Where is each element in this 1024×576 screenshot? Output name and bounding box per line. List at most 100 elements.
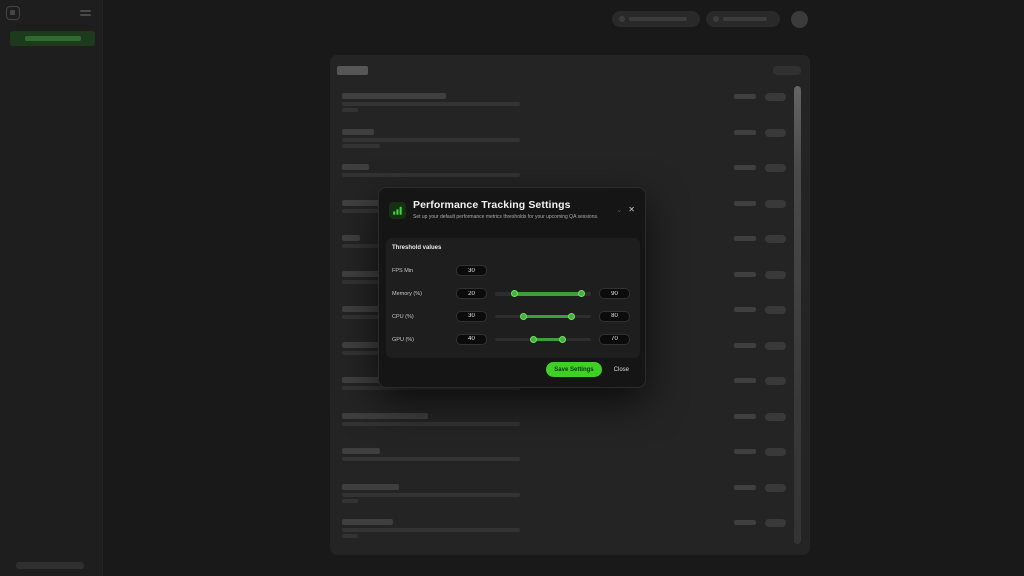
- row-action-skeleton[interactable]: [765, 484, 786, 492]
- dialog-subtitle: Set up your default performance metrics …: [413, 214, 613, 220]
- text-skeleton: [342, 457, 520, 461]
- threshold-row: CPU (%): [386, 311, 640, 323]
- sidebar-collapse-icon[interactable]: [80, 8, 91, 19]
- topbar-button-1[interactable]: [612, 11, 700, 27]
- user-avatar[interactable]: [791, 11, 808, 28]
- row-meta-skeleton: [734, 165, 756, 170]
- list-row[interactable]: [337, 413, 803, 437]
- row-action-skeleton[interactable]: [765, 200, 786, 208]
- row-meta-skeleton: [734, 378, 756, 383]
- threshold-row: FPS Min: [386, 265, 640, 277]
- row-meta-skeleton: [734, 272, 756, 277]
- slider-handle-min[interactable]: [511, 290, 518, 297]
- row-action-skeleton[interactable]: [765, 413, 786, 421]
- list-row[interactable]: [337, 484, 803, 508]
- text-skeleton: [342, 138, 520, 142]
- row-meta-skeleton: [734, 343, 756, 348]
- row-action-skeleton[interactable]: [765, 235, 786, 243]
- row-action-skeleton[interactable]: [765, 448, 786, 456]
- section-title: Threshold values: [392, 245, 441, 251]
- text-skeleton: [342, 235, 360, 241]
- row-action-skeleton[interactable]: [765, 93, 786, 101]
- list-row[interactable]: [337, 519, 803, 543]
- row-meta-skeleton: [734, 94, 756, 99]
- app-window: Performance Tracking Settings Set up you…: [0, 0, 1024, 576]
- row-meta-skeleton: [734, 130, 756, 135]
- row-action-skeleton[interactable]: [765, 306, 786, 314]
- sidebar-footer-skeleton: [16, 562, 84, 569]
- close-button[interactable]: Close: [609, 362, 634, 377]
- row-action-skeleton[interactable]: [765, 164, 786, 172]
- threshold-label: Memory (%): [392, 291, 422, 297]
- row-meta-skeleton: [734, 201, 756, 206]
- text-skeleton: [342, 164, 369, 170]
- max-value-input[interactable]: [599, 334, 630, 345]
- row-meta-skeleton: [734, 449, 756, 454]
- row-action-skeleton[interactable]: [765, 271, 786, 279]
- text-skeleton: [342, 173, 520, 177]
- row-meta-skeleton: [734, 307, 756, 312]
- sidebar: [0, 0, 103, 576]
- text-skeleton: [342, 129, 374, 135]
- range-slider[interactable]: [495, 334, 591, 345]
- row-action-skeleton[interactable]: [765, 342, 786, 350]
- text-skeleton: [342, 484, 399, 490]
- max-value-input[interactable]: [599, 311, 630, 322]
- threshold-label: FPS Min: [392, 268, 413, 274]
- panel-action-skeleton[interactable]: [773, 66, 801, 75]
- list-row[interactable]: [337, 93, 803, 117]
- min-value-input[interactable]: [456, 265, 487, 276]
- row-action-skeleton[interactable]: [765, 129, 786, 137]
- performance-settings-dialog: Performance Tracking Settings Set up you…: [378, 187, 646, 388]
- range-slider[interactable]: [495, 288, 591, 299]
- dialog-footer: Save Settings Close: [546, 362, 634, 377]
- list-row[interactable]: [337, 129, 803, 153]
- range-slider[interactable]: [495, 311, 591, 322]
- text-skeleton: [342, 144, 380, 148]
- text-skeleton: [342, 493, 520, 497]
- row-action-skeleton[interactable]: [765, 519, 786, 527]
- row-meta-skeleton: [734, 236, 756, 241]
- text-skeleton: [342, 519, 393, 525]
- dialog-title: Performance Tracking Settings: [413, 199, 571, 211]
- topbar-button-label-skeleton: [723, 17, 767, 21]
- topbar-button-2[interactable]: [706, 11, 780, 27]
- topbar-button-label-skeleton: [629, 17, 687, 21]
- list-row[interactable]: [337, 448, 803, 472]
- max-value-input[interactable]: [599, 288, 630, 299]
- slider-fill: [533, 338, 562, 342]
- min-value-input[interactable]: [456, 311, 487, 322]
- threshold-row: GPU (%): [386, 334, 640, 346]
- text-skeleton: [342, 448, 380, 454]
- new-session-button[interactable]: [10, 31, 95, 46]
- slider-handle-max[interactable]: [568, 313, 575, 320]
- save-settings-button[interactable]: Save Settings: [546, 362, 601, 377]
- chevron-down-icon[interactable]: ⌄: [616, 207, 622, 214]
- text-skeleton: [342, 108, 358, 112]
- text-skeleton: [342, 499, 358, 503]
- text-skeleton: [342, 413, 428, 419]
- min-value-input[interactable]: [456, 288, 487, 299]
- scrollbar-thumb[interactable]: [794, 86, 801, 544]
- list-row[interactable]: [337, 164, 803, 188]
- topbar-button-icon: [619, 16, 625, 22]
- threshold-panel: Threshold values FPS Min Memory (%) CPU (%…: [386, 238, 640, 358]
- text-skeleton: [342, 93, 446, 99]
- threshold-row: Memory (%): [386, 288, 640, 300]
- app-logo-icon: [6, 6, 20, 20]
- row-meta-skeleton: [734, 520, 756, 525]
- row-action-skeleton[interactable]: [765, 377, 786, 385]
- button-label-skeleton: [25, 36, 81, 41]
- text-skeleton: [342, 534, 358, 538]
- threshold-label: GPU (%): [392, 337, 414, 343]
- slider-handle-min[interactable]: [520, 313, 527, 320]
- slider-handle-max[interactable]: [578, 290, 585, 297]
- min-value-input[interactable]: [456, 334, 487, 345]
- close-icon[interactable]: ✕: [628, 206, 635, 214]
- slider-fill: [514, 292, 581, 296]
- threshold-label: CPU (%): [392, 314, 414, 320]
- text-skeleton: [342, 422, 520, 426]
- slider-handle-min[interactable]: [530, 336, 537, 343]
- text-skeleton: [342, 102, 520, 106]
- slider-handle-max[interactable]: [559, 336, 566, 343]
